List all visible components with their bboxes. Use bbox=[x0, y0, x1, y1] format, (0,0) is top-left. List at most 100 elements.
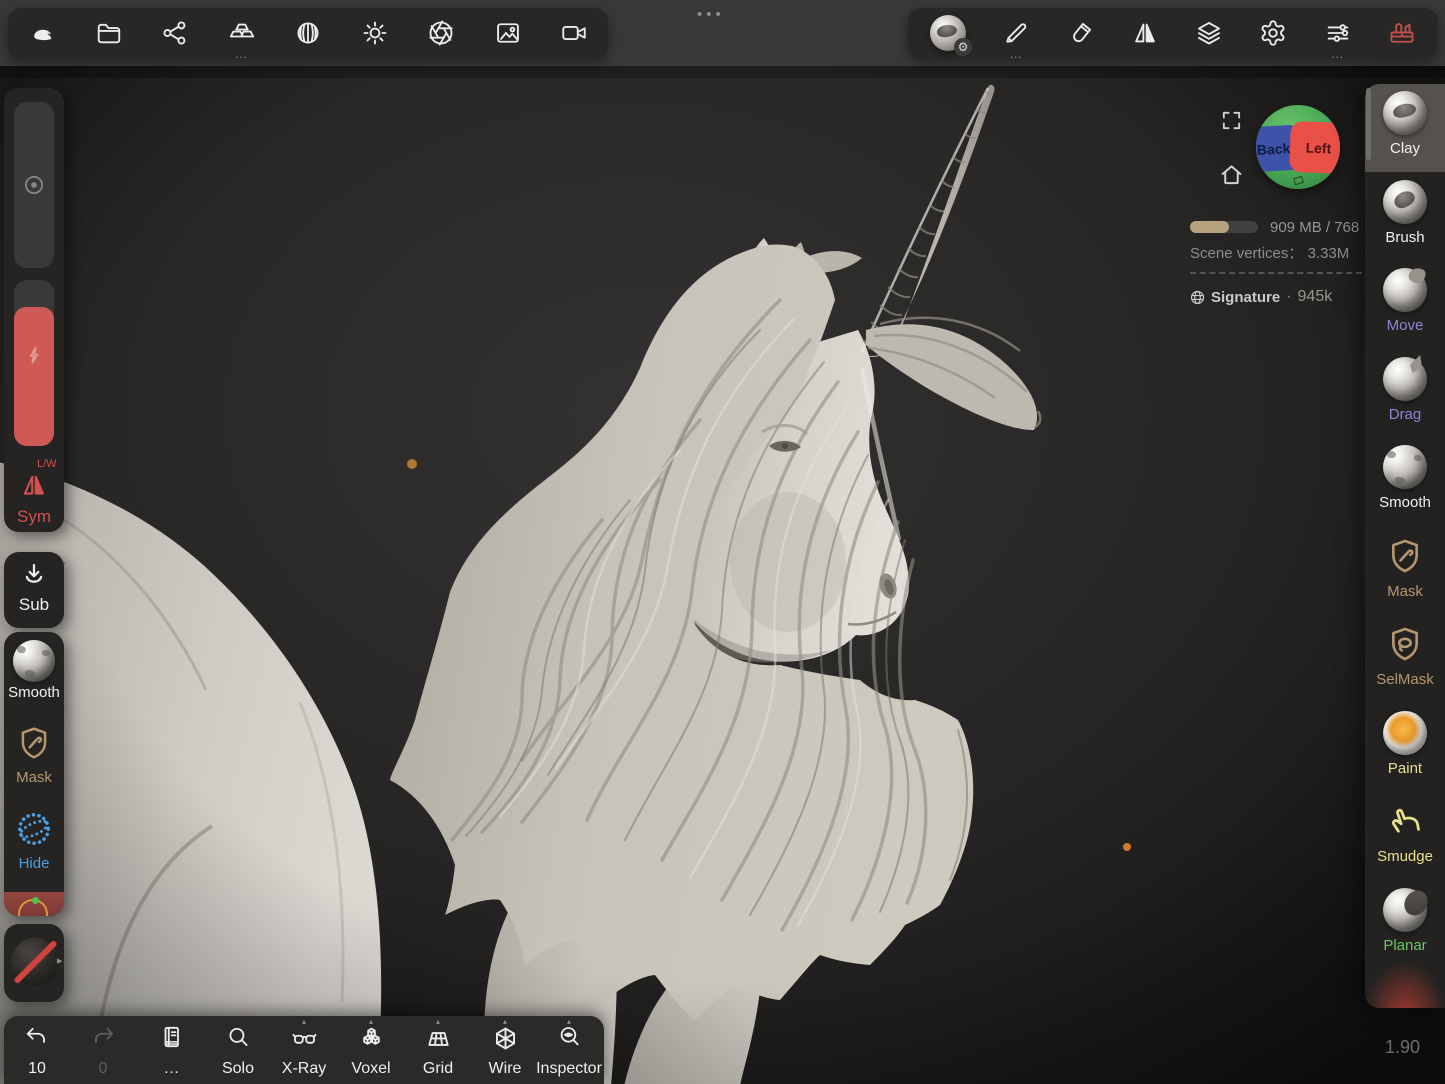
dashed-separator bbox=[1190, 272, 1362, 274]
solo-toggle[interactable]: Solo bbox=[205, 1016, 271, 1084]
sub-button[interactable]: Sub bbox=[4, 552, 64, 628]
quick-smooth[interactable]: Smooth bbox=[4, 640, 64, 701]
settings-gear-icon[interactable] bbox=[1258, 8, 1288, 58]
quick-tools-panel: Smooth Mask Hide bbox=[4, 632, 64, 916]
memory-text: 909 MB / 768 MB bbox=[1270, 219, 1362, 236]
multitask-dots-icon: ••• bbox=[697, 6, 725, 23]
inspector-eye-icon bbox=[556, 1024, 582, 1050]
nav-face-left[interactable]: Left bbox=[1289, 121, 1340, 174]
lighting-sun-icon[interactable] bbox=[360, 8, 390, 58]
matcap-sphere-icon[interactable] bbox=[293, 8, 323, 58]
tool-smudge[interactable]: Smudge bbox=[1365, 792, 1445, 880]
background-image-icon[interactable] bbox=[493, 8, 523, 58]
stroke-panel: L/W Sym ▸ bbox=[4, 88, 64, 532]
tool-move[interactable]: Move bbox=[1365, 261, 1445, 349]
tool-mask[interactable]: Mask bbox=[1365, 527, 1445, 615]
layers-icon[interactable] bbox=[1194, 8, 1224, 58]
paintbrush-icon[interactable] bbox=[1066, 8, 1096, 58]
memory-bar-fill bbox=[1190, 221, 1229, 233]
expand-caret: ▴ bbox=[302, 1017, 306, 1026]
mask-shield-icon bbox=[15, 724, 53, 762]
wire-toggle[interactable]: ▴ Wire bbox=[472, 1016, 538, 1084]
move-sphere-icon bbox=[1383, 268, 1427, 312]
material-expand-caret[interactable]: ▸ bbox=[57, 954, 63, 967]
postprocess-aperture-icon[interactable] bbox=[426, 8, 456, 58]
gizmo-tool-selected[interactable] bbox=[4, 892, 64, 916]
history-notebook-icon bbox=[159, 1024, 185, 1050]
paint-sphere-icon bbox=[1383, 711, 1427, 755]
orientation-ball[interactable]: Back Left bbox=[1256, 105, 1340, 189]
tool-clay[interactable]: Clay bbox=[1365, 84, 1445, 172]
sliders-icon[interactable]: … bbox=[1323, 8, 1353, 58]
gizmo-icon bbox=[18, 899, 48, 916]
expand-caret: ▴ bbox=[567, 1017, 571, 1026]
tool-drag[interactable]: Drag bbox=[1365, 350, 1445, 438]
redo-button[interactable]: 0 bbox=[70, 1016, 136, 1084]
smudge-finger-icon bbox=[1384, 800, 1426, 847]
xray-glasses-icon bbox=[291, 1026, 318, 1052]
tool-brush[interactable]: Brush bbox=[1365, 173, 1445, 261]
symmetry-button[interactable]: L/W Sym bbox=[4, 456, 64, 527]
solo-magnifier-icon bbox=[225, 1024, 251, 1050]
stylus-pencil-icon[interactable]: … bbox=[1001, 8, 1031, 58]
undo-button[interactable]: 10 bbox=[4, 1016, 70, 1084]
multires-pyramid-icon[interactable]: … bbox=[227, 8, 257, 58]
grid-toggle[interactable]: ▴ Grid bbox=[405, 1016, 471, 1084]
redo-icon bbox=[90, 1024, 116, 1050]
signature-row[interactable]: Signature · 945k bbox=[1190, 288, 1332, 306]
tool-smooth[interactable]: Smooth bbox=[1365, 438, 1445, 526]
history-button[interactable]: … bbox=[139, 1016, 205, 1084]
xray-toggle[interactable]: ▴ X-Ray bbox=[271, 1016, 337, 1084]
globe-icon bbox=[1190, 290, 1205, 305]
material-sphere-icon[interactable]: ⚙ bbox=[929, 8, 967, 58]
selmask-shield-icon bbox=[1385, 624, 1425, 669]
voxel-toggle[interactable]: ▴ Voxel bbox=[338, 1016, 404, 1084]
expand-caret: ▴ bbox=[436, 1017, 440, 1026]
intensity-slider[interactable] bbox=[14, 280, 54, 446]
brush-sphere-icon bbox=[1383, 180, 1427, 224]
bottom-toolbar: 10 0 … Solo ▴ X-Ray ▴ Voxel bbox=[4, 1016, 604, 1084]
planar-sphere-icon bbox=[1383, 888, 1427, 932]
more-indicator: … bbox=[1331, 49, 1345, 59]
home-icon[interactable] bbox=[1219, 162, 1244, 192]
symmetry-mirror-icon[interactable] bbox=[1130, 8, 1160, 58]
zoom-level-label: 1.90 bbox=[1385, 1037, 1420, 1058]
no-material-icon bbox=[11, 938, 59, 986]
quick-mask[interactable]: Mask bbox=[4, 724, 64, 786]
tool-paint[interactable]: Paint bbox=[1365, 704, 1445, 792]
toolbox-icon[interactable] bbox=[1387, 8, 1417, 58]
material-none-button[interactable] bbox=[4, 924, 64, 1002]
files-folder-icon[interactable] bbox=[94, 8, 124, 58]
drag-sphere-icon bbox=[1383, 357, 1427, 401]
sub-download-icon bbox=[19, 560, 49, 590]
gear-badge-icon: ⚙ bbox=[954, 38, 972, 56]
intensity-lightning-icon bbox=[21, 342, 47, 368]
top-left-toolbar: … bbox=[8, 8, 608, 58]
memory-bar bbox=[1190, 221, 1258, 233]
nomad-logo-icon[interactable] bbox=[27, 8, 57, 58]
inspector-toggle[interactable]: ▴ Inspector bbox=[536, 1016, 602, 1084]
scene-graph-icon[interactable] bbox=[160, 8, 190, 58]
grid-plane-icon bbox=[425, 1026, 452, 1052]
undo-icon bbox=[24, 1024, 50, 1050]
more-indicator: … bbox=[235, 49, 249, 59]
tool-planar[interactable]: Planar bbox=[1365, 881, 1445, 969]
sub-label: Sub bbox=[19, 595, 49, 614]
scene-vertices: Scene vertices： 3.33M bbox=[1190, 242, 1349, 263]
camera-icon[interactable] bbox=[559, 8, 589, 58]
material-preview-sphere: ⚙ bbox=[930, 15, 966, 51]
top-right-toolbar: ⚙ … … bbox=[908, 8, 1438, 58]
symmetry-triangle-icon bbox=[19, 470, 49, 500]
brush-size-slider[interactable] bbox=[14, 102, 54, 268]
fullscreen-icon[interactable] bbox=[1220, 109, 1243, 137]
tool-selmask[interactable]: SelMask bbox=[1365, 615, 1445, 703]
mask-shield-icon bbox=[1385, 536, 1425, 581]
signature-label: Signature bbox=[1211, 289, 1280, 306]
more-indicator: … bbox=[1009, 49, 1023, 59]
sidebar-scrollbar[interactable] bbox=[1366, 88, 1371, 160]
tool-partial[interactable] bbox=[1365, 969, 1445, 1008]
nav-face-mark bbox=[1293, 176, 1304, 185]
quick-hide[interactable]: Hide bbox=[4, 810, 64, 872]
expand-caret: ▴ bbox=[503, 1017, 507, 1026]
intensity-fill bbox=[14, 307, 54, 446]
